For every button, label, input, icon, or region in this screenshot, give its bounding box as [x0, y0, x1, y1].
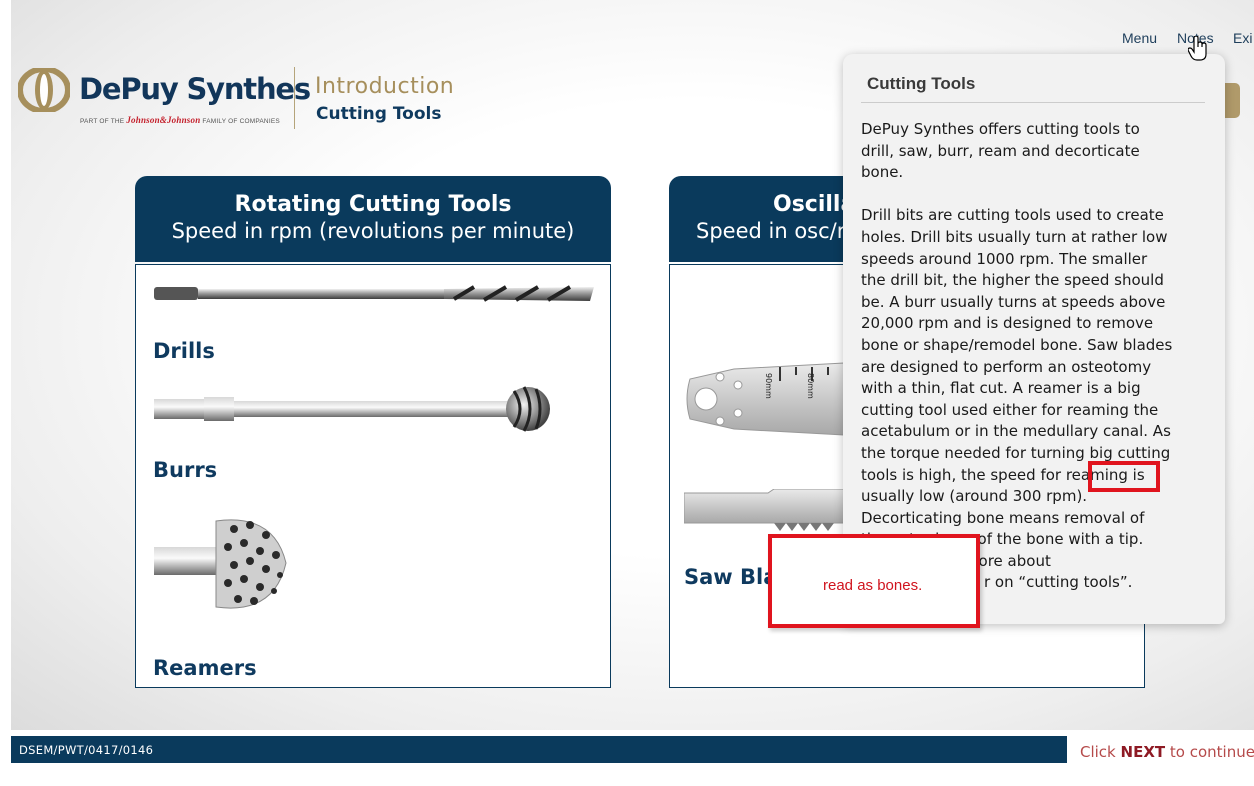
top-nav: Menu Notes Exi — [0, 30, 1254, 48]
next-link[interactable]: NEXT — [1121, 743, 1166, 761]
tagline: PART OF THE Johnson&Johnson FAMILY OF CO… — [80, 115, 280, 125]
footer-bar: DSEM/PWT/0417/0146 — [11, 736, 1067, 763]
page-title: Introduction — [315, 74, 455, 99]
notes-paragraph-1: DePuy Synthes offers cutting tools to dr… — [861, 120, 1140, 182]
ruler-label-90: 90mm — [764, 373, 773, 399]
menu-link[interactable]: Menu — [1122, 30, 1157, 46]
annotation-comment[interactable]: read as bones. — [768, 534, 980, 628]
drills-label: Drills — [153, 339, 215, 363]
drill-image — [154, 285, 594, 302]
rotating-tools-header: Rotating Cutting Tools Speed in rpm (rev… — [135, 176, 611, 262]
page-subtitle: Cutting Tools — [316, 104, 442, 124]
notes-divider — [861, 102, 1205, 103]
rotating-tools-panel: Drills Burrs Reamers — [135, 264, 611, 688]
reamer-image — [154, 519, 287, 609]
depuy-synthes-logo: DePuy Synthes PART OF THE Johnson&Johnso… — [18, 66, 311, 130]
exit-link[interactable]: Exi — [1233, 30, 1252, 46]
notes-title: Cutting Tools — [867, 74, 976, 93]
rotating-tools-subtitle: Speed in rpm (revolutions per minute) — [171, 219, 575, 243]
annotation-highlight[interactable] — [1088, 461, 1160, 492]
reamers-label: Reamers — [153, 656, 257, 680]
annotation-comment-text: read as bones. — [823, 577, 923, 594]
burrs-label: Burrs — [153, 458, 218, 482]
header-divider — [294, 67, 295, 129]
hand-cursor-icon — [1188, 36, 1207, 61]
document-code: DSEM/PWT/0417/0146 — [19, 743, 154, 757]
saw-blade-image: 90mm 80mm — [686, 362, 844, 436]
logo-mark-icon — [18, 68, 70, 112]
saw-blade-2-image — [684, 489, 844, 531]
saw-blades-label: Saw Bla — [684, 565, 778, 589]
next-prompt[interactable]: Click NEXT to continue. — [1080, 743, 1254, 761]
ruler-label-80: 80mm — [806, 373, 815, 399]
burr-image — [154, 386, 550, 432]
notes-body: DePuy Synthes offers cutting tools to dr… — [861, 119, 1173, 594]
brand-name: DePuy Synthes — [79, 72, 311, 106]
rotating-tools-title: Rotating Cutting Tools — [234, 192, 512, 217]
